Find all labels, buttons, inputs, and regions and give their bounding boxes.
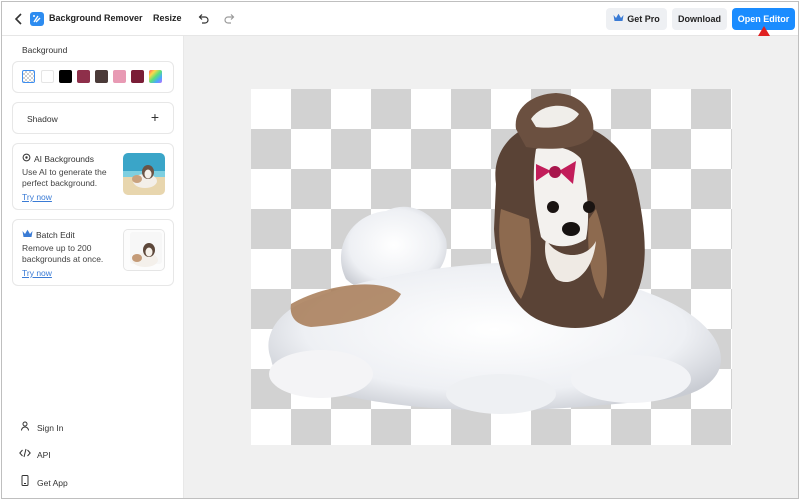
get-app-link[interactable]: Get App bbox=[19, 475, 68, 488]
ai-backgrounds-title: AI Backgrounds bbox=[34, 154, 95, 164]
get-app-label: Get App bbox=[37, 478, 68, 488]
background-section-label: Background bbox=[22, 45, 68, 55]
download-button[interactable]: Download bbox=[672, 8, 727, 30]
shadow-label: Shadow bbox=[27, 114, 58, 124]
background-color-picker bbox=[12, 61, 174, 93]
get-pro-label: Get Pro bbox=[627, 14, 660, 24]
user-icon bbox=[19, 421, 31, 433]
top-bar: Background Remover Resize Get Pro Downlo… bbox=[2, 2, 798, 36]
batch-edit-card[interactable]: Batch Edit Remove up to 200 backgrounds … bbox=[12, 219, 174, 286]
swatch-pink[interactable] bbox=[113, 70, 126, 83]
redo-icon[interactable] bbox=[223, 11, 237, 27]
shadow-option[interactable]: Shadow + bbox=[12, 102, 174, 134]
batch-edit-title: Batch Edit bbox=[36, 230, 75, 240]
swatch-transparent[interactable] bbox=[22, 70, 35, 83]
crown-icon bbox=[22, 229, 33, 240]
background-remover-logo-icon bbox=[30, 12, 44, 26]
get-pro-button[interactable]: Get Pro bbox=[606, 8, 667, 30]
swatch-white[interactable] bbox=[41, 70, 54, 83]
batch-edit-thumbnail bbox=[123, 229, 165, 271]
resize-button[interactable]: Resize bbox=[153, 13, 182, 23]
phone-icon bbox=[19, 475, 31, 488]
sign-in-link[interactable]: Sign In bbox=[19, 421, 63, 433]
app-window: Background Remover Resize Get Pro Downlo… bbox=[1, 1, 799, 499]
swatch-custom-color[interactable] bbox=[149, 70, 162, 83]
app-title: Background Remover bbox=[49, 13, 143, 23]
ai-sparkle-icon bbox=[22, 153, 31, 164]
code-icon bbox=[19, 448, 31, 460]
ai-backgrounds-card[interactable]: AI Backgrounds Use AI to generate the pe… bbox=[12, 143, 174, 210]
editor-canvas bbox=[184, 36, 798, 498]
plus-icon[interactable]: + bbox=[151, 109, 159, 125]
ai-backgrounds-description: Use AI to generate the perfect backgroun… bbox=[22, 167, 107, 188]
sidebar: Background Shadow + AI Backgrounds Use A… bbox=[2, 36, 184, 498]
api-link[interactable]: API bbox=[19, 448, 51, 460]
undo-icon[interactable] bbox=[196, 11, 210, 27]
swatch-burgundy[interactable] bbox=[131, 70, 144, 83]
ai-backgrounds-thumbnail bbox=[123, 153, 165, 195]
swatch-dark-brown[interactable] bbox=[95, 70, 108, 83]
batch-edit-description: Remove up to 200 backgrounds at once. bbox=[22, 243, 104, 264]
api-label: API bbox=[37, 450, 51, 460]
transparent-background-preview[interactable] bbox=[251, 89, 732, 445]
swatch-maroon[interactable] bbox=[77, 70, 90, 83]
crown-icon bbox=[613, 8, 624, 30]
swatch-black[interactable] bbox=[59, 70, 72, 83]
back-arrow-icon[interactable] bbox=[12, 11, 26, 27]
ai-backgrounds-try-now-link[interactable]: Try now bbox=[22, 192, 52, 202]
batch-edit-try-now-link[interactable]: Try now bbox=[22, 268, 52, 278]
sign-in-label: Sign In bbox=[37, 423, 64, 433]
dog-cutout-image bbox=[268, 93, 721, 414]
